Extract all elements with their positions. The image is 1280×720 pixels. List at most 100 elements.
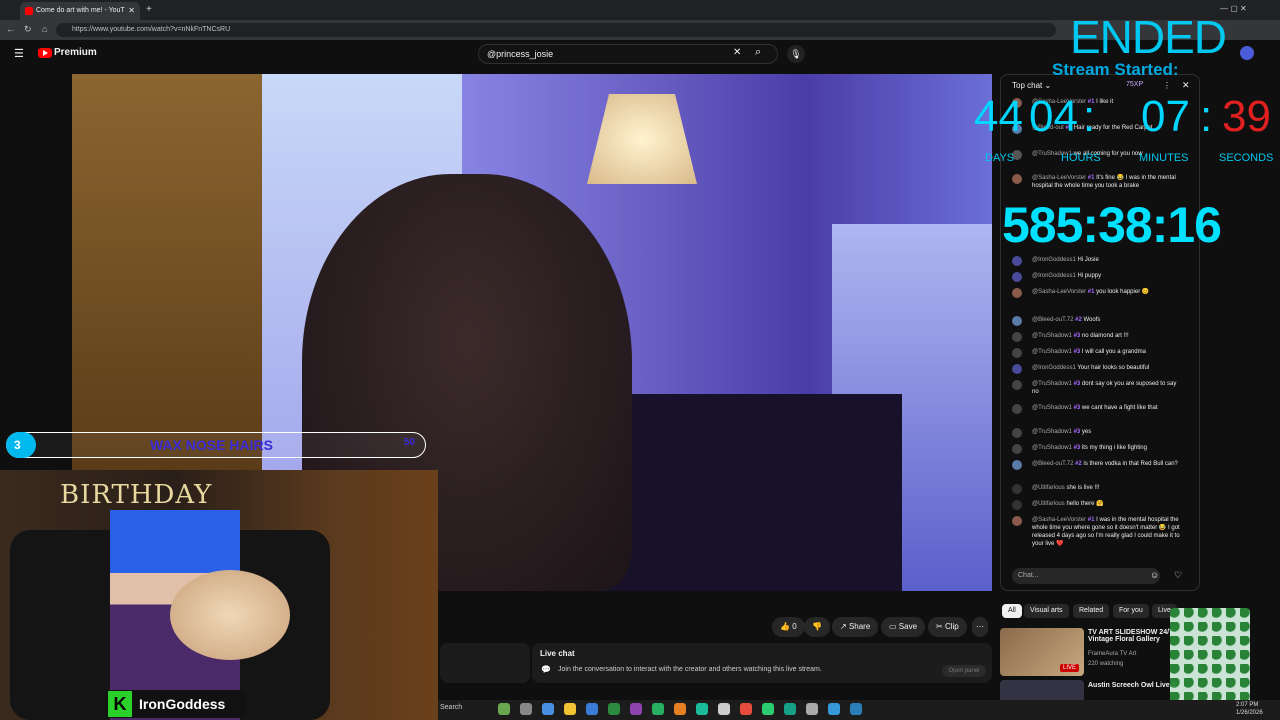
clip-button[interactable]: ✂ Clip (928, 617, 967, 637)
rec-thumbnail[interactable] (1000, 680, 1084, 702)
taskbar-app-icon[interactable] (542, 703, 554, 715)
taskbar-app-icon[interactable] (828, 703, 840, 715)
chat-avatar[interactable] (1012, 332, 1022, 342)
youtube-favicon-icon (25, 7, 33, 15)
chat-author[interactable]: @TruShadow1 (1032, 429, 1072, 435)
mic-icon[interactable]: 🎙 (787, 45, 805, 63)
chat-avatar[interactable] (1012, 316, 1022, 326)
chat-avatar[interactable] (1012, 516, 1022, 526)
chat-avatar[interactable] (1012, 484, 1022, 494)
chat-author[interactable]: @IronGoddess1 (1032, 273, 1076, 279)
taskbar-app-icon[interactable] (586, 703, 598, 715)
chat-avatar[interactable] (1012, 348, 1022, 358)
taskbar-search[interactable]: Search (440, 704, 462, 711)
chat-author[interactable]: @TruShadow1 (1032, 349, 1072, 355)
taskbar-app-icon[interactable] (674, 703, 686, 715)
chip-related[interactable]: Related (1073, 604, 1110, 618)
menu-icon[interactable]: ☰ (14, 47, 24, 60)
chat-author[interactable]: @Sasha-LeeVorster (1032, 175, 1086, 181)
chat-author[interactable]: @Bleed-ouT.72 (1032, 317, 1073, 323)
save-button[interactable]: ▭ Save (881, 617, 926, 637)
chat-author[interactable]: @IronGoddess1 (1032, 365, 1076, 371)
heart-icon[interactable]: ♡ (1174, 570, 1182, 581)
chat-text: Hi Josie (1077, 257, 1099, 263)
taskbar-app-icon[interactable] (630, 703, 642, 715)
description-box[interactable] (440, 643, 530, 683)
clear-search-icon[interactable]: ✕ (733, 47, 741, 58)
home-icon[interactable]: ⌂ (42, 24, 47, 34)
live-chat-title: Live chat (540, 649, 575, 658)
chip-all[interactable]: All (1002, 604, 1022, 618)
chat-input[interactable]: Chat... (1012, 568, 1160, 584)
chat-message: @Sasha-LeeVorster #1 I was in the mental… (1012, 516, 1180, 548)
taskbar-app-icon[interactable] (784, 703, 796, 715)
logo-text: Premium (54, 47, 97, 58)
chat-message-body: @IronGoddess1 Your hair looks so beautif… (1012, 364, 1180, 372)
dislike-button[interactable]: 👎 (804, 617, 830, 637)
chat-text: hello there 🤗 (1066, 501, 1104, 507)
search-icon[interactable]: ⌕ (755, 46, 761, 59)
chat-avatar[interactable] (1012, 364, 1022, 374)
taskbar-app-icon[interactable] (806, 703, 818, 715)
chat-author[interactable]: @Sasha-LeeVorster (1032, 517, 1086, 523)
chat-avatar[interactable] (1012, 500, 1022, 510)
chat-message: @Ultifarious hello there 🤗 (1012, 500, 1180, 510)
reload-icon[interactable]: ↻ (24, 24, 32, 35)
taskbar-app-icon[interactable] (850, 703, 862, 715)
taskbar-app-icon[interactable] (696, 703, 708, 715)
chip-visual-arts[interactable]: Visual arts (1024, 604, 1069, 618)
chat-avatar[interactable] (1012, 444, 1022, 454)
youtube-logo-icon[interactable] (38, 48, 52, 58)
ended-label: ENDED (1070, 11, 1227, 63)
more-icon[interactable]: ⋯ (972, 617, 988, 637)
browser-tab[interactable]: Come do art with me! - YouT ✕ (20, 2, 140, 20)
new-tab-icon[interactable]: + (146, 4, 152, 15)
chat-avatar[interactable] (1012, 256, 1022, 266)
timer-minutes: 07 (1141, 92, 1190, 141)
back-icon[interactable]: ← (6, 24, 15, 34)
chat-author[interactable]: @TruShadow1 (1032, 445, 1072, 451)
taskbar-app-icon[interactable] (520, 703, 532, 715)
chat-author[interactable]: @Sasha-LeeVorster (1032, 289, 1086, 295)
top-chat-dropdown[interactable]: Top chat ⌄ (1012, 81, 1051, 90)
chat-author[interactable]: @IronGoddess1 (1032, 257, 1076, 263)
chat-avatar[interactable] (1012, 460, 1022, 470)
like-button[interactable]: 👍 0 (772, 617, 805, 637)
taskbar-date: 1/26/2026 (1236, 710, 1263, 716)
chat-avatar[interactable] (1012, 272, 1022, 282)
chat-avatar[interactable] (1012, 404, 1022, 414)
tab-title: Come do art with me! - YouT (36, 7, 125, 14)
taskbar-app-icon[interactable] (608, 703, 620, 715)
chat-author[interactable]: @Ultifarious (1032, 501, 1065, 507)
chat-avatar[interactable] (1012, 380, 1022, 390)
url-field[interactable]: https://www.youtube.com/watch?v=nNkFnTNC… (56, 23, 1056, 37)
chip-for-you[interactable]: For you (1113, 604, 1149, 618)
open-panel-button[interactable]: Open panel (942, 665, 986, 677)
rec-channel[interactable]: FrameAura TV Art (1088, 651, 1136, 657)
chat-message: @TruShadow1 #3 no diamond art !!! (1012, 332, 1180, 342)
chat-author[interactable]: @Ultifarious (1032, 485, 1065, 491)
chat-author[interactable]: @TruShadow1 (1032, 405, 1072, 411)
chat-more-icon[interactable]: ⋮ (1163, 81, 1171, 90)
close-tab-icon[interactable]: ✕ (128, 2, 135, 20)
taskbar-app-icon[interactable] (564, 703, 576, 715)
webcam-overlay: BIRTHDAY (0, 470, 438, 720)
chat-author[interactable]: @TruShadow1 (1032, 381, 1072, 387)
avatar[interactable] (1240, 46, 1254, 60)
taskbar-app-icon[interactable] (740, 703, 752, 715)
chat-avatar[interactable] (1012, 428, 1022, 438)
chat-avatar[interactable] (1012, 174, 1022, 184)
taskbar-app-icon[interactable] (718, 703, 730, 715)
share-button[interactable]: ↗ Share (832, 617, 879, 637)
chat-message-body: @Ultifarious hello there 🤗 (1012, 500, 1180, 508)
chat-close-icon[interactable]: ✕ (1182, 80, 1190, 91)
chat-text: she is live !!! (1066, 485, 1100, 491)
chat-author[interactable]: @Bleed-ouT.72 (1032, 461, 1073, 467)
chat-author[interactable]: @TruShadow1 (1032, 333, 1072, 339)
taskbar-app-icon[interactable] (762, 703, 774, 715)
chat-avatar[interactable] (1012, 288, 1022, 298)
emoji-icon[interactable]: ☺ (1150, 570, 1159, 580)
taskbar-app-icon[interactable] (652, 703, 664, 715)
chat-message-body: @TruShadow1 #3 we cant have a fight like… (1012, 404, 1180, 412)
taskbar-app-icon[interactable] (498, 703, 510, 715)
